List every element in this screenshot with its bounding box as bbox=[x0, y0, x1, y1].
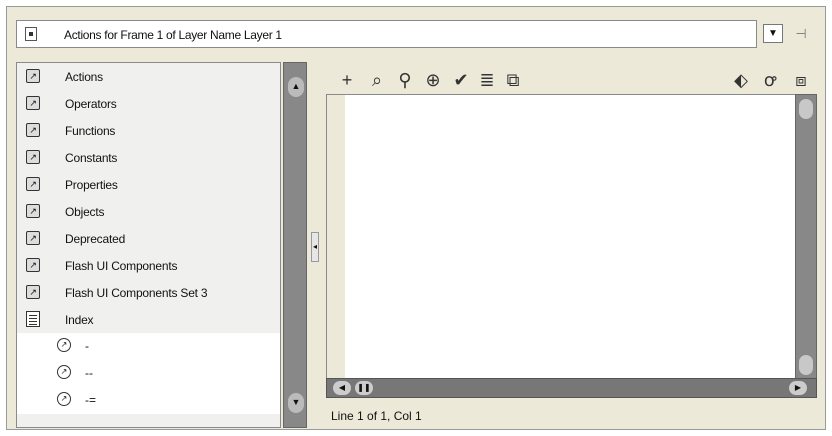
panel-title: Actions for Frame 1 of Layer Name Layer … bbox=[64, 28, 282, 42]
index-entry[interactable]: ↗ - bbox=[17, 333, 280, 360]
book-icon: ↗ bbox=[26, 231, 40, 245]
scroll-left-button[interactable]: ◀ bbox=[333, 381, 351, 395]
view-options-icon[interactable]: ⧈ bbox=[788, 66, 814, 94]
script-editor[interactable] bbox=[326, 94, 816, 380]
pause-icon[interactable]: ❚❚ bbox=[355, 381, 373, 395]
scroll-up-button[interactable] bbox=[799, 99, 813, 119]
action-item-icon: ↗ bbox=[57, 338, 71, 352]
add-item-icon[interactable]: + bbox=[336, 66, 358, 94]
replace-icon[interactable]: ⚲ bbox=[394, 66, 416, 94]
book-icon: ↗ bbox=[26, 150, 40, 164]
pane-splitter[interactable]: ◂ bbox=[311, 232, 319, 262]
book-icon: ↗ bbox=[26, 69, 40, 83]
line-gutter bbox=[327, 95, 345, 379]
scroll-right-button[interactable]: ▶ bbox=[789, 381, 807, 395]
category-actions[interactable]: ↗ Actions bbox=[17, 63, 280, 90]
panel-title-bar: Actions for Frame 1 of Layer Name Layer … bbox=[16, 20, 757, 48]
actions-toolbox: ↗ Actions ↗ Operators ↗ Functions ↗ Constant… bbox=[16, 62, 281, 428]
code-hint-icon[interactable]: ⧉ bbox=[502, 66, 524, 94]
book-icon: ↗ bbox=[26, 123, 40, 137]
editor-vertical-scrollbar[interactable] bbox=[795, 94, 817, 380]
pin-script-icon[interactable]: ⊣ bbox=[790, 24, 812, 44]
category-operators[interactable]: ↗ Operators bbox=[17, 90, 280, 117]
category-properties[interactable]: ↗ Properties bbox=[17, 171, 280, 198]
index-icon bbox=[26, 311, 40, 327]
cursor-position: Line 1 of 1, Col 1 bbox=[331, 409, 422, 423]
script-toolbar: + ⌕ ⚲ ⊕ ✔ ≣ ⧉ ⬖ ꝍ ⧈ bbox=[326, 66, 826, 96]
editor-horizontal-scrollbar[interactable]: ◀ ❚❚ ▶ bbox=[326, 378, 817, 398]
action-item-icon: ↗ bbox=[57, 392, 71, 406]
document-icon bbox=[25, 27, 37, 41]
insert-target-path-icon[interactable]: ⊕ bbox=[422, 66, 444, 94]
category-objects[interactable]: ↗ Objects bbox=[17, 198, 280, 225]
category-index[interactable]: Index bbox=[17, 306, 280, 333]
scroll-up-button[interactable]: ▲ bbox=[288, 77, 304, 97]
index-entry[interactable]: ↗ -= bbox=[17, 387, 280, 414]
auto-format-icon[interactable]: ≣ bbox=[476, 66, 498, 94]
category-flash-ui-components-set-3[interactable]: ↗ Flash UI Components Set 3 bbox=[17, 279, 280, 306]
scroll-down-button[interactable]: ▼ bbox=[288, 393, 304, 413]
book-icon: ↗ bbox=[26, 96, 40, 110]
category-flash-ui-components[interactable]: ↗ Flash UI Components bbox=[17, 252, 280, 279]
reference-icon[interactable]: ⬖ bbox=[730, 66, 752, 94]
index-entry[interactable]: ↗ -- bbox=[17, 360, 280, 387]
find-icon[interactable]: ⌕ bbox=[366, 66, 388, 94]
category-constants[interactable]: ↗ Constants bbox=[17, 144, 280, 171]
category-deprecated[interactable]: ↗ Deprecated bbox=[17, 225, 280, 252]
book-icon: ↗ bbox=[26, 204, 40, 218]
toolbox-scrollbar[interactable]: ▲ ▼ bbox=[283, 62, 307, 428]
debug-options-icon[interactable]: ꝍ bbox=[758, 66, 782, 94]
book-icon: ↗ bbox=[26, 258, 40, 272]
category-functions[interactable]: ↗ Functions bbox=[17, 117, 280, 144]
book-icon: ↗ bbox=[26, 177, 40, 191]
status-bar: Line 1 of 1, Col 1 bbox=[326, 404, 817, 428]
action-item-icon: ↗ bbox=[57, 365, 71, 379]
check-syntax-icon[interactable]: ✔ bbox=[450, 66, 472, 94]
book-icon: ↗ bbox=[26, 285, 40, 299]
frame-select-dropdown[interactable]: ▼ bbox=[763, 24, 783, 43]
scroll-down-button[interactable] bbox=[799, 355, 813, 375]
